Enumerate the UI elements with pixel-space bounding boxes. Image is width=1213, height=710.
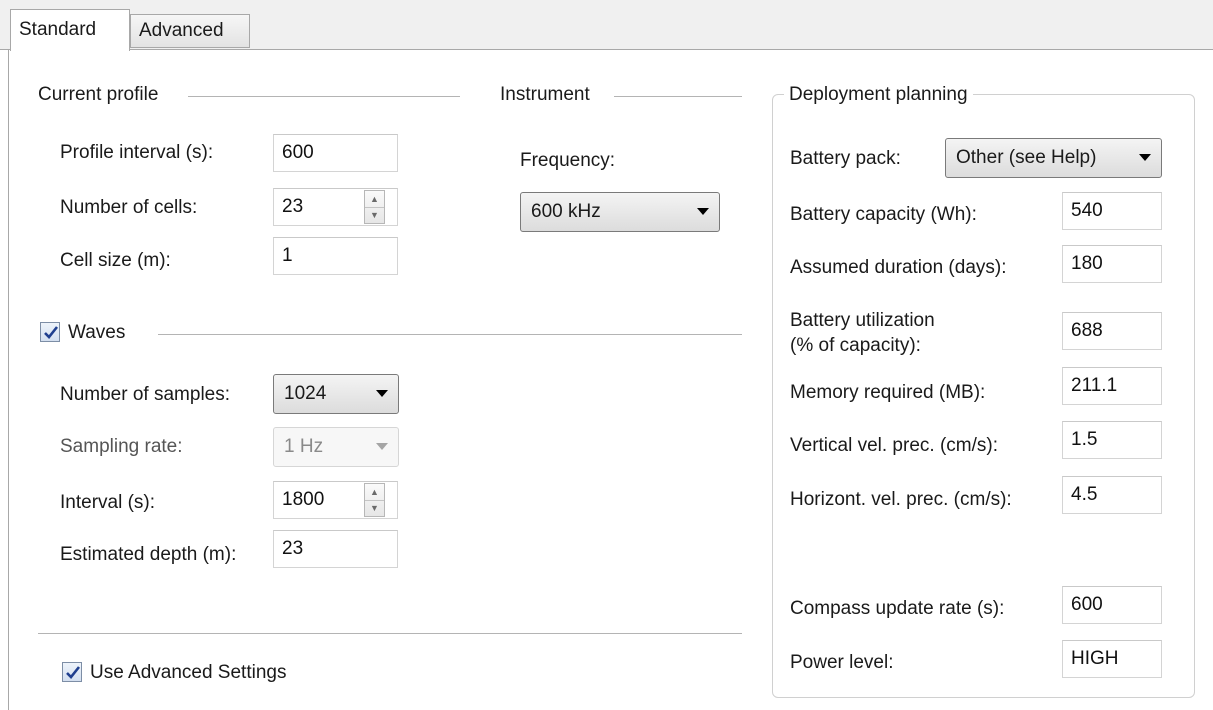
frequency-label: Frequency: [520, 150, 616, 171]
assumed-duration-label: Assumed duration (days): [790, 257, 1007, 278]
dropdown-arrow-icon [1139, 154, 1151, 161]
instrument-divider [614, 96, 742, 97]
tab-standard[interactable]: Standard [10, 9, 130, 51]
power-level-input[interactable]: HIGH [1062, 640, 1162, 678]
battery-capacity-label: Battery capacity (Wh): [790, 204, 977, 225]
number-of-samples-label: Number of samples: [60, 384, 231, 405]
tab-advanced-label: Advanced [139, 20, 224, 41]
use-advanced-label[interactable]: Use Advanced Settings [90, 662, 286, 684]
battery-utilization-input[interactable]: 688 [1062, 312, 1162, 350]
sampling-rate-label: Sampling rate: [60, 436, 183, 457]
interval-value: 1800 [282, 489, 325, 510]
cell-size-input[interactable]: 1 [273, 237, 398, 275]
horizontal-prec-label: Horizont. vel. prec. (cm/s): [790, 489, 1012, 510]
instrument-title: Instrument [500, 84, 590, 105]
number-of-cells-value: 23 [282, 196, 304, 217]
battery-pack-value: Other (see Help) [956, 147, 1097, 168]
estimated-depth-label: Estimated depth (m): [60, 544, 237, 565]
battery-capacity-input[interactable]: 540 [1062, 192, 1162, 230]
tab-standard-label: Standard [19, 19, 97, 40]
profile-interval-input[interactable]: 600 [273, 134, 398, 172]
profile-interval-label: Profile interval (s): [60, 142, 214, 163]
waves-label[interactable]: Waves [68, 322, 125, 344]
current-profile-divider [188, 96, 460, 97]
vertical-prec-label: Vertical vel. prec. (cm/s): [790, 435, 998, 456]
dropdown-arrow-icon [376, 443, 388, 450]
bottom-divider [38, 633, 742, 634]
waves-checkbox[interactable] [40, 322, 60, 342]
dropdown-arrow-icon [376, 390, 388, 397]
tab-advanced[interactable]: Advanced [130, 14, 250, 48]
dropdown-arrow-icon [697, 208, 709, 215]
number-of-cells-label: Number of cells: [60, 197, 198, 218]
number-of-samples-dropdown[interactable]: 1024 [273, 374, 399, 414]
memory-required-input[interactable]: 211.1 [1062, 367, 1162, 405]
interval-spinner[interactable]: ▲ ▼ [364, 483, 385, 517]
spinner-up-arrow-icon[interactable]: ▲ [365, 191, 384, 207]
vertical-prec-input[interactable]: 1.5 [1062, 421, 1162, 459]
estimated-depth-input[interactable]: 23 [273, 530, 398, 568]
frequency-dropdown[interactable]: 600 kHz [520, 192, 720, 232]
assumed-duration-input[interactable]: 180 [1062, 245, 1162, 283]
spinner-down-arrow-icon[interactable]: ▼ [365, 207, 384, 223]
sampling-rate-value: 1 Hz [284, 436, 324, 457]
number-of-cells-spinner[interactable]: ▲ ▼ [364, 190, 385, 224]
memory-required-label: Memory required (MB): [790, 382, 986, 403]
battery-pack-dropdown[interactable]: Other (see Help) [945, 138, 1162, 178]
cell-size-label: Cell size (m): [60, 250, 171, 271]
checkmark-icon [44, 326, 59, 339]
compass-rate-input[interactable]: 600 [1062, 586, 1162, 624]
spinner-down-arrow-icon[interactable]: ▼ [365, 500, 384, 516]
deployment-title: Deployment planning [784, 84, 973, 106]
battery-pack-label: Battery pack: [790, 148, 901, 169]
spinner-up-arrow-icon[interactable]: ▲ [365, 484, 384, 500]
horizontal-prec-input[interactable]: 4.5 [1062, 476, 1162, 514]
waves-divider [158, 334, 742, 335]
checkmark-icon [66, 666, 81, 679]
battery-utilization-label-line2: (% of capacity): [790, 335, 921, 356]
compass-rate-label: Compass update rate (s): [790, 598, 1005, 619]
power-level-label: Power level: [790, 652, 894, 673]
tab-page-border [8, 50, 9, 710]
number-of-samples-value: 1024 [284, 383, 327, 404]
interval-label: Interval (s): [60, 492, 156, 513]
use-advanced-checkbox[interactable] [62, 662, 82, 682]
battery-utilization-label-line1: Battery utilization [790, 310, 935, 331]
current-profile-title: Current profile [38, 84, 159, 105]
sampling-rate-dropdown: 1 Hz [273, 427, 399, 467]
frequency-dropdown-value: 600 kHz [531, 201, 601, 222]
